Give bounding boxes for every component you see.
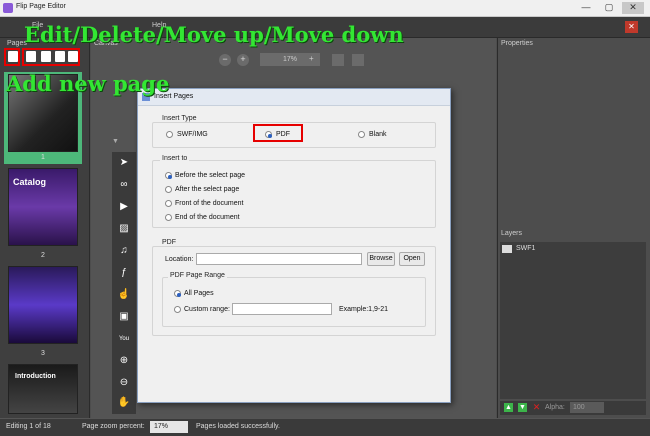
zoom-field-plus-icon[interactable]: +: [309, 54, 319, 63]
actual-size-icon[interactable]: [352, 54, 364, 66]
flash-icon[interactable]: ƒ: [115, 264, 133, 282]
layers-title: Layers: [501, 230, 523, 237]
pdf-highlight: [253, 124, 303, 142]
after-page-label[interactable]: After the select page: [175, 186, 239, 193]
corner-close-icon[interactable]: ✕: [625, 21, 638, 33]
properties-panel: [497, 38, 650, 228]
status-message: Pages loaded successfully.: [196, 423, 280, 430]
collapse-arrow-icon[interactable]: ▼: [112, 138, 119, 145]
layer-delete-icon[interactable]: ✕: [532, 402, 541, 412]
zoom-in-button[interactable]: +: [237, 54, 249, 66]
swf-img-label[interactable]: SWF/IMG: [177, 131, 208, 138]
page-number-1: 1: [41, 154, 45, 161]
hand-click-icon[interactable]: ☝: [115, 286, 133, 304]
status-bar: Editing 1 of 18 Page zoom percent: 17% P…: [0, 418, 650, 436]
page-number-2: 2: [41, 252, 45, 259]
custom-range-input[interactable]: [232, 303, 332, 315]
location-label: Location:: [165, 256, 194, 263]
location-input[interactable]: [196, 253, 362, 265]
blank-label[interactable]: Blank: [369, 131, 387, 138]
layer-item[interactable]: SWF1: [516, 245, 535, 252]
custom-range-label[interactable]: Custom range:: [184, 306, 230, 313]
alpha-input[interactable]: 100: [570, 402, 604, 413]
example-text: Example:1,9-21: [339, 306, 389, 313]
minimize-button[interactable]: —: [575, 2, 597, 14]
properties-title: Properties: [501, 40, 533, 47]
blank-radio[interactable]: [358, 131, 365, 138]
insert-to-label: Insert to: [160, 155, 190, 162]
video-icon[interactable]: ▶: [115, 198, 133, 216]
alpha-label: Alpha:: [545, 404, 565, 411]
all-pages-label[interactable]: All Pages: [184, 290, 214, 297]
front-document-label[interactable]: Front of the document: [175, 200, 243, 207]
custom-range-radio[interactable]: [174, 306, 181, 313]
insert-type-label: Insert Type: [160, 115, 199, 122]
zoom-out-icon[interactable]: ⊖: [115, 374, 133, 392]
browse-button[interactable]: Browse: [367, 252, 395, 266]
hand-pan-icon[interactable]: ✋: [115, 394, 133, 412]
open-button[interactable]: Open: [399, 252, 425, 266]
layer-up-icon[interactable]: ▲: [504, 403, 513, 412]
maximize-button[interactable]: ▢: [598, 2, 620, 14]
layer-down-icon[interactable]: ▼: [518, 403, 527, 412]
zoom-value: 17%: [282, 56, 297, 63]
end-document-radio[interactable]: [165, 214, 172, 221]
page-thumbnail-2[interactable]: Catalog: [8, 168, 78, 246]
picture-icon[interactable]: ▣: [115, 308, 133, 326]
headphones-icon[interactable]: ♫: [115, 242, 133, 260]
thumbnail-caption: Introduction: [15, 373, 56, 380]
tools-toolbar: ➤ ∞ ▶ ▨ ♫ ƒ ☝ ▣ You ⊕ ⊖ ✋: [112, 152, 136, 414]
title-bar: Flip Page Editor — ▢ ✕: [0, 0, 650, 17]
youtube-icon[interactable]: You: [115, 330, 133, 348]
pdf-group-label: PDF: [160, 239, 178, 246]
zoom-out-button[interactable]: −: [219, 54, 231, 66]
pdf-page-range-label: PDF Page Range: [168, 272, 227, 279]
zoom-percent-label: Page zoom percent:: [82, 423, 145, 430]
link-icon[interactable]: ∞: [115, 176, 133, 194]
swf-img-radio[interactable]: [166, 131, 173, 138]
front-document-radio[interactable]: [165, 200, 172, 207]
after-page-radio[interactable]: [165, 186, 172, 193]
insert-pages-dialog: Insert Pages Insert Type SWF/IMG PDF Bla…: [137, 88, 451, 403]
fit-page-icon[interactable]: [332, 54, 344, 66]
close-button[interactable]: ✕: [622, 2, 644, 14]
all-pages-radio[interactable]: [174, 290, 181, 297]
image-icon[interactable]: ▨: [115, 220, 133, 238]
zoom-in-icon[interactable]: ⊕: [115, 352, 133, 370]
pdf-page-range-group: [162, 277, 426, 327]
end-document-label[interactable]: End of the document: [175, 214, 240, 221]
page-thumbnail-4[interactable]: Introduction: [8, 364, 78, 414]
thumbnail-caption: Catalog: [13, 177, 47, 187]
layers-toolbar: ▲ ▼ ✕ Alpha: 100: [500, 401, 646, 415]
layers-list: SWF1: [500, 242, 646, 399]
page-number-3: 3: [41, 350, 45, 357]
annotation-edit-tools: Edit/Delete/Move up/Move down: [24, 22, 404, 47]
page-thumbnail-3[interactable]: [8, 266, 78, 344]
zoom-toolbar: − + 17% +: [215, 53, 375, 67]
before-page-radio[interactable]: [165, 172, 172, 179]
annotation-add-page: Add new page: [6, 71, 170, 96]
layer-icon: [502, 245, 512, 253]
add-page-highlight: [4, 48, 20, 66]
app-icon: [3, 3, 13, 13]
edit-tools-highlight: [22, 48, 80, 66]
pointer-icon[interactable]: ➤: [115, 154, 133, 172]
dialog-title-bar: Insert Pages: [138, 89, 450, 106]
window-title: Flip Page Editor: [16, 3, 66, 10]
zoom-percent-input[interactable]: 17%: [150, 421, 188, 433]
before-page-label[interactable]: Before the select page: [175, 172, 245, 179]
editing-status: Editing 1 of 18: [6, 423, 51, 430]
